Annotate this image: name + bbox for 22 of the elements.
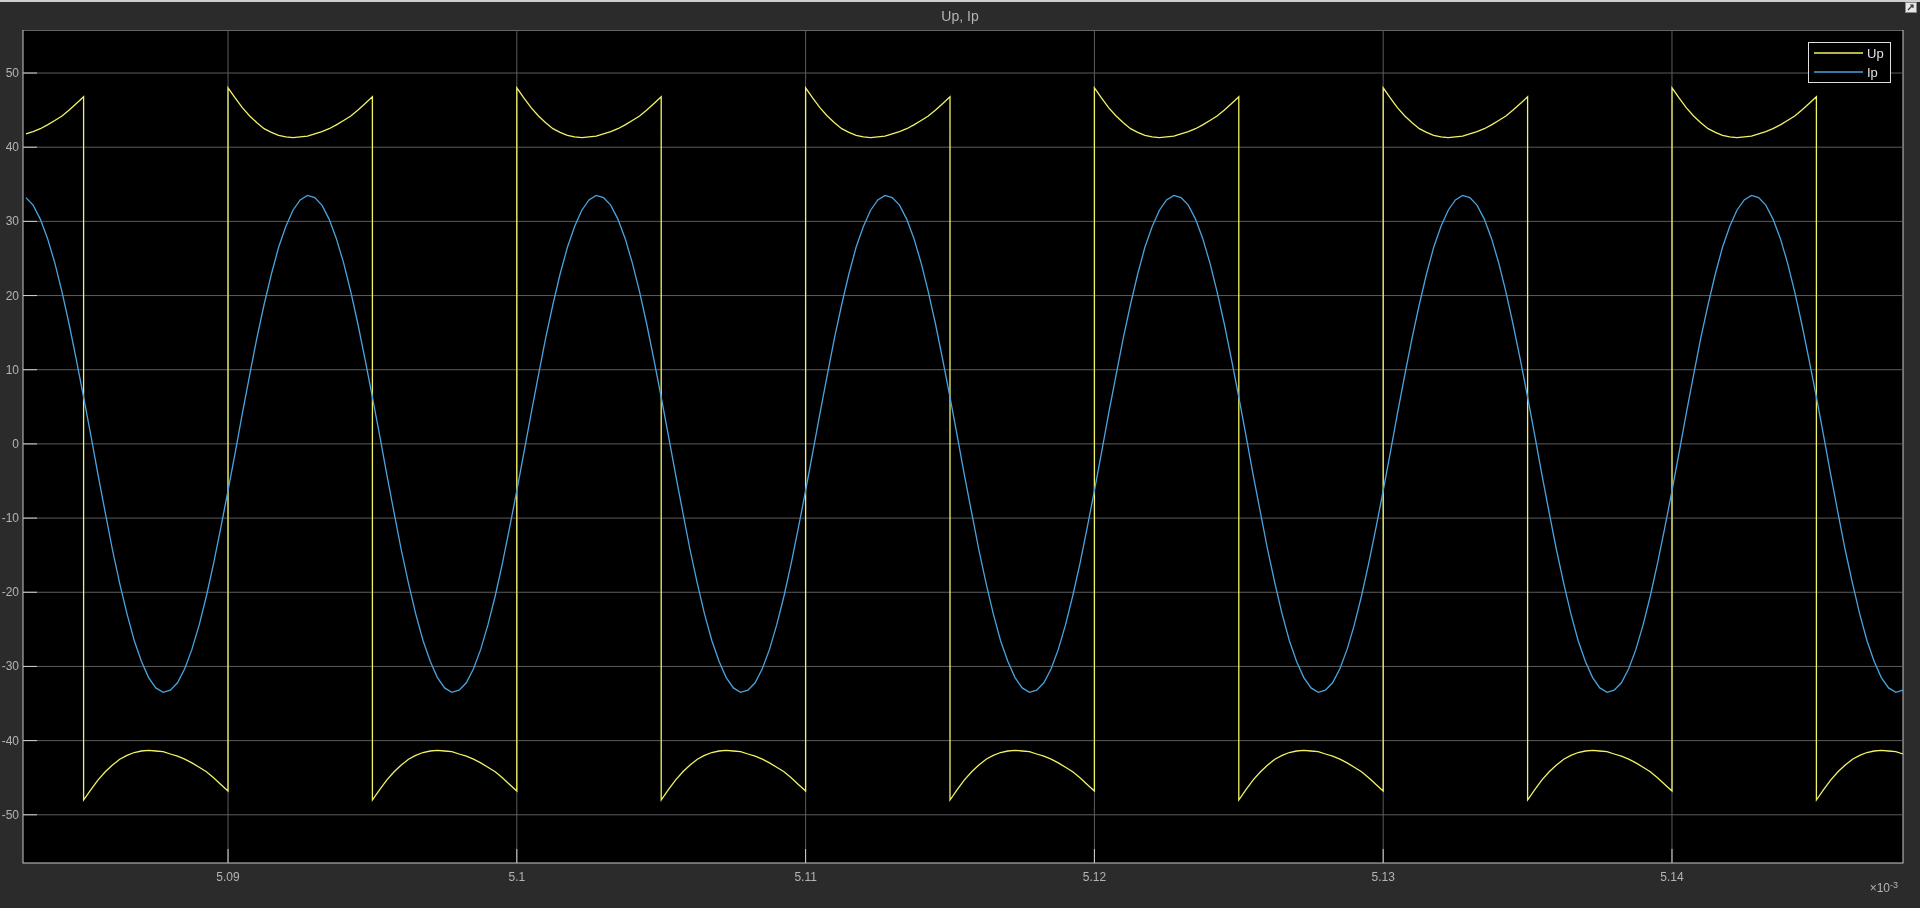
- legend-label: Up: [1867, 46, 1884, 61]
- legend-label: Ip: [1867, 65, 1878, 80]
- axis-tick-label: 50: [5, 66, 19, 80]
- axis-tick-label: 5.1: [508, 870, 526, 884]
- axis-tick-label: -40: [1, 733, 19, 748]
- axis-tick-label: 0: [12, 436, 19, 451]
- axis-tick-label: 40: [5, 140, 19, 155]
- axis-tick-label: 5.13: [1371, 870, 1395, 884]
- axis-tick-label: -30: [1, 659, 19, 674]
- window-icon[interactable]: [1905, 2, 1917, 13]
- axis-tick-label: 30: [5, 214, 19, 229]
- axis-tick-label: -10: [1, 511, 19, 526]
- axis-tick-label: 20: [5, 288, 19, 303]
- axis-tick-label: -20: [1, 585, 19, 600]
- axis-tick-label: 5.09: [216, 870, 240, 884]
- plot-title: Up, Ip: [941, 6, 979, 26]
- axis-tick-label: -50: [1, 807, 19, 822]
- axis-tick-label: 5.11: [794, 870, 817, 884]
- axis-tick-label: 5.14: [1660, 870, 1684, 884]
- axis-multiplier: ×10$^{-3}$: [1869, 882, 1898, 894]
- axis-tick-label: 10: [5, 362, 19, 377]
- axis-tick-label: 5.12: [1082, 870, 1107, 884]
